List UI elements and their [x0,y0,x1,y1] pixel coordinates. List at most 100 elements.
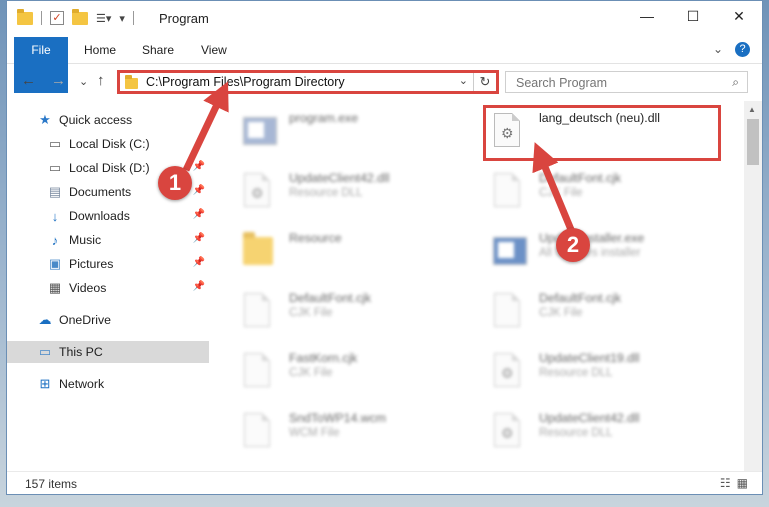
help-icon[interactable]: ? [735,42,750,57]
folder-icon [125,75,138,89]
file-type: CJK File [539,187,583,199]
view-toggle: ☷▦ [720,476,754,490]
pin-icon[interactable]: 📌 [193,233,205,244]
customize-toolbar-icon[interactable]: ☰▾ [96,12,111,25]
documents-icon: ▤ [48,184,62,199]
back-button[interactable]: ← [21,72,36,89]
dll-icon: ⚙ [491,351,523,391]
pin-icon[interactable]: 📌 [193,257,205,268]
up-button[interactable]: ↑ [97,72,105,89]
file-item[interactable]: UpdateInstaller.exe All Updates installe… [477,225,717,281]
address-bar[interactable]: C:\Program Files\Program Directory ⌄ ↻ [117,70,499,94]
file-item[interactable]: FastKorn.cjk CJK File [227,345,467,401]
drive-icon: ▭ [48,136,62,151]
nav-item-onedrive[interactable]: ☁ OneDrive [7,309,209,331]
scroll-up-icon[interactable]: ▲ [748,105,756,114]
properties-icon[interactable]: ✓ [50,11,64,25]
nav-item-network[interactable]: ⊞ Network [7,373,209,395]
recent-locations-button[interactable]: ⌄ [79,75,88,88]
navigation-pane: ★ Quick access ▭ Local Disk (C:) ▭ Local… [7,101,209,471]
title-bar: ✓ ☰▾ ▾ Program — ☐ ✕ [7,1,762,37]
network-icon: ⊞ [39,376,51,391]
nav-item-label: Videos [69,281,107,295]
file-item[interactable]: SndToWP14.wcm WCM File [227,405,467,461]
nav-item-this-pc[interactable]: ▭ This PC [7,341,209,363]
file-item[interactable]: ⚙ UpdateClient42.dll Resource DLL [227,165,467,221]
search-icon[interactable]: ⌕ [732,75,739,90]
close-button[interactable]: ✕ [716,1,762,31]
file-icon [491,291,523,331]
address-dropdown-icon[interactable]: ⌄ [459,74,468,87]
computer-icon: ▭ [38,344,52,359]
file-item[interactable]: program.exe [227,105,467,161]
file-name: Resource [289,231,342,245]
search-input[interactable] [514,75,728,91]
address-row: ← → ⌄ ↑ C:\Program Files\Program Directo… [7,64,762,100]
quick-access-toolbar: ✓ ☰▾ ▾ [17,8,134,25]
toolbar-separator [41,11,42,25]
nav-item-label: Network [59,377,105,391]
file-item[interactable]: DefaultFont.cjk CJK File [477,285,717,341]
status-bar: 157 items ☷▦ [7,471,762,494]
file-item[interactable]: DefaultFont.cjk CJK File [477,165,717,221]
scrollbar-thumb[interactable] [747,119,759,165]
nav-item-videos[interactable]: ▦ Videos 📌 [7,277,209,299]
tab-share[interactable]: Share [142,37,174,63]
highlight-box [483,105,721,161]
folder-icon [241,231,273,271]
folder-icon[interactable] [17,8,33,25]
drive-icon: ▭ [48,160,62,175]
maximize-button[interactable]: ☐ [670,1,716,31]
toolbar-separator [132,11,134,25]
large-icons-view-icon[interactable]: ▦ [737,476,754,490]
pictures-icon: ▣ [48,256,62,271]
minimize-button[interactable]: — [624,1,670,31]
step-2-badge: 2 [556,228,590,262]
file-item[interactable]: DefaultFont.cjk CJK File [227,285,467,341]
file-type: Resource DLL [539,367,613,379]
nav-item-local-disk-c[interactable]: ▭ Local Disk (C:) [7,133,209,155]
nav-item-label: Music [69,233,102,247]
pin-icon[interactable]: 📌 [193,185,205,196]
star-icon: ★ [39,112,51,127]
toolbar-dropdown-icon[interactable]: ▾ [119,12,125,25]
videos-icon: ▦ [48,280,62,295]
window-controls: — ☐ ✕ [624,1,762,31]
expand-ribbon-icon[interactable]: ⌄ [713,42,723,57]
nav-item-quick-access[interactable]: ★ Quick access [7,109,209,131]
tab-view[interactable]: View [201,37,227,63]
exe-icon [241,111,277,151]
dll-icon: ⚙ [241,171,273,211]
music-icon: ♪ [51,232,59,248]
file-type: CJK File [289,367,333,379]
search-box[interactable]: ⌕ [505,71,748,93]
pin-icon[interactable]: 📌 [193,281,205,292]
file-type: All Updates installer [539,247,641,259]
file-icon [241,351,273,391]
nav-item-label: Downloads [69,209,130,223]
window-title: Program [159,11,209,26]
file-name: SndToWP14.wcm [289,411,387,425]
details-view-icon[interactable]: ☷ [720,476,737,490]
nav-item-label: Quick access [59,113,133,127]
nav-item-label: Local Disk (D:) [69,161,150,175]
new-folder-icon[interactable] [72,8,88,25]
address-path[interactable]: C:\Program Files\Program Directory [146,75,345,89]
file-name: UpdateClient42.dll [539,411,640,425]
file-item[interactable]: Resource [227,225,467,281]
forward-button[interactable]: → [51,72,66,89]
file-item[interactable]: ⚙ UpdateClient19.dll Resource DLL [477,345,717,401]
file-name: DefaultFont.cjk [289,291,372,305]
nav-item-label: This PC [59,345,103,359]
nav-item-downloads[interactable]: ↓ Downloads 📌 [7,205,209,227]
pin-icon[interactable]: 📌 [193,209,205,220]
tab-home[interactable]: Home [84,37,116,63]
file-icon [491,171,523,211]
refresh-icon[interactable]: ↻ [473,73,496,91]
file-item[interactable]: ⚙ UpdateClient42.dll Resource DLL [477,405,717,461]
pin-icon[interactable]: 📌 [193,161,205,172]
nav-item-pictures[interactable]: ▣ Pictures 📌 [7,253,209,275]
step-1-badge: 1 [158,166,192,200]
nav-item-music[interactable]: ♪ Music 📌 [7,229,209,251]
vertical-scrollbar[interactable]: ▲ [744,101,762,471]
